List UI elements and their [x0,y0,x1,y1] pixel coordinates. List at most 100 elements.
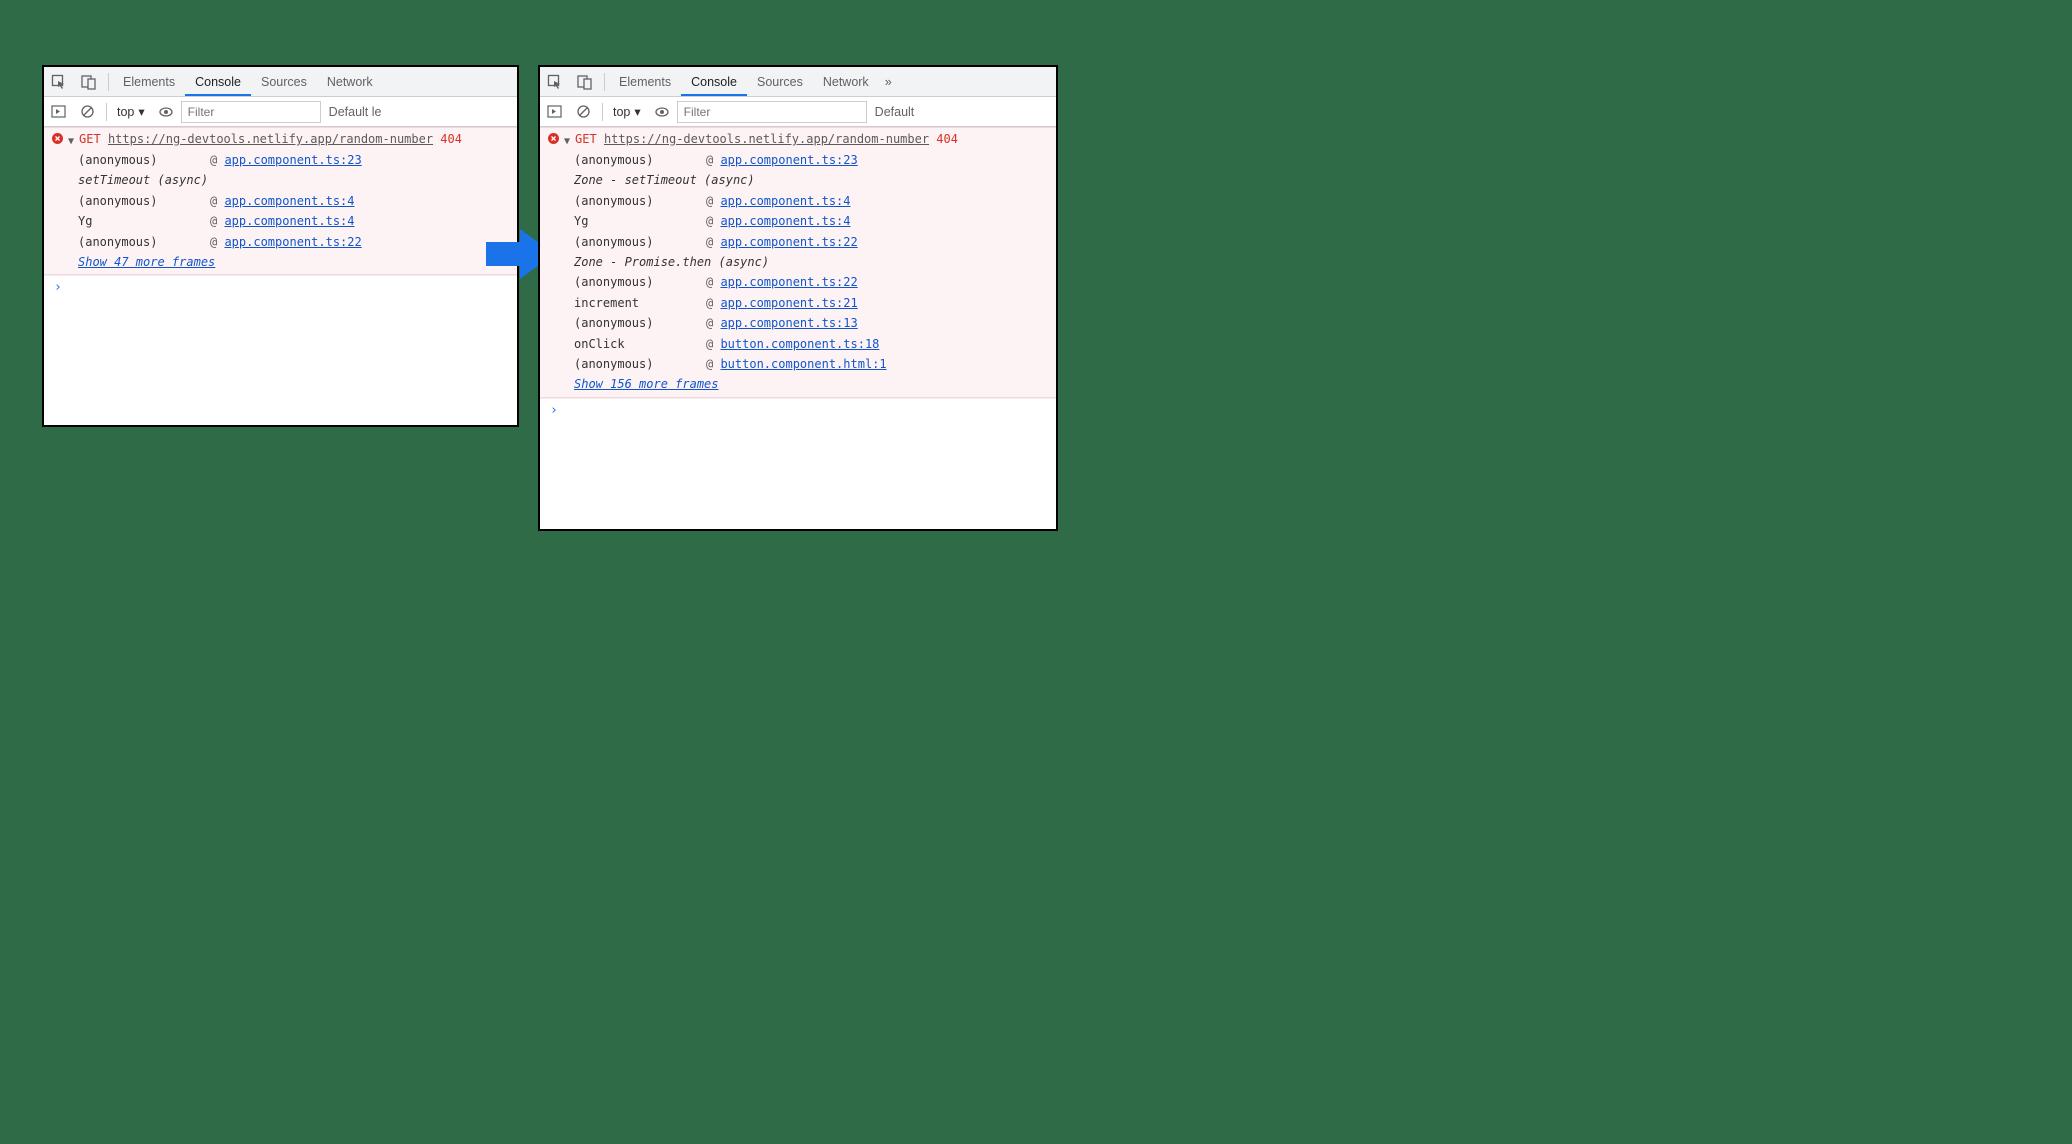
source-link[interactable]: app.component.ts:23 [720,153,857,167]
inspect-icon[interactable] [44,74,74,90]
disclosure-triangle-icon[interactable]: ▼ [68,133,74,150]
at-symbol: @ [210,194,224,208]
source-link[interactable]: button.component.ts:18 [720,337,879,351]
stack-frame: (anonymous) @ app.component.ts:22 [78,232,509,252]
at-symbol: @ [706,357,720,371]
stack-function-name: (anonymous) [78,191,198,211]
tab-network[interactable]: Network [813,68,879,96]
context-label: top [613,105,630,119]
context-selector[interactable]: top ▾ [607,104,647,119]
disclosure-triangle-icon[interactable]: ▼ [564,133,570,150]
error-icon [548,133,559,144]
separator [604,73,605,91]
source-link[interactable]: app.component.ts:22 [224,235,361,249]
source-link[interactable]: app.component.ts:4 [224,214,354,228]
at-symbol: @ [210,214,224,228]
context-selector[interactable]: top ▾ [111,104,151,119]
filter-input[interactable] [677,101,867,123]
stack-group-label: Zone - Promise.then (async) [574,252,1048,272]
stack-frame: (anonymous) @ app.component.ts:13 [574,313,1048,333]
http-status: 404 [440,132,462,146]
clear-console-icon[interactable] [73,104,102,119]
tab-elements[interactable]: Elements [113,68,185,96]
at-symbol: @ [706,194,720,208]
sidebar-toggle-icon[interactable] [540,104,569,119]
dropdown-icon: ▾ [634,104,640,119]
at-symbol: @ [210,235,224,249]
source-link[interactable]: app.component.ts:4 [720,194,850,208]
stack-function-name: (anonymous) [78,232,198,252]
live-expression-icon[interactable] [647,104,677,120]
http-method: GET [575,132,597,146]
request-url[interactable]: https://ng-devtools.netlify.app/random-n… [604,132,929,146]
console-prompt[interactable]: › [540,398,1056,422]
show-more-frames-link[interactable]: Show 47 more frames [78,255,215,269]
stack-function-name: onClick [574,334,694,354]
show-more-frames-link[interactable]: Show 156 more frames [574,377,719,391]
stack-frame: (anonymous) @ app.component.ts:22 [574,232,1048,252]
stack-frame: increment @ app.component.ts:21 [574,293,1048,313]
separator [108,73,109,91]
http-method: GET [79,132,101,146]
stack-function-name: (anonymous) [78,150,198,170]
tab-sources[interactable]: Sources [747,68,813,96]
source-link[interactable]: app.component.ts:23 [224,153,361,167]
devtools-tabbar: Elements Console Sources Network » [540,67,1056,97]
console-toolbar: top ▾ Default [540,97,1056,127]
source-link[interactable]: app.component.ts:13 [720,316,857,330]
console-messages: ▼ GET https://ng-devtools.netlify.app/ra… [44,127,517,425]
stack-frame: (anonymous) @ button.component.html:1 [574,354,1048,374]
tab-network[interactable]: Network [317,68,383,96]
at-symbol: @ [706,275,720,289]
tab-console[interactable]: Console [185,68,251,96]
console-error-message: ▼ GET https://ng-devtools.netlify.app/ra… [44,127,517,275]
source-link[interactable]: button.component.html:1 [720,357,886,371]
sidebar-toggle-icon[interactable] [44,104,73,119]
devtools-tabbar: Elements Console Sources Network [44,67,517,97]
tab-elements[interactable]: Elements [609,68,681,96]
source-link[interactable]: app.component.ts:4 [224,194,354,208]
stack-function-name: Yg [574,211,694,231]
stack-frame: Yg@ app.component.ts:4 [78,211,509,231]
source-link[interactable]: app.component.ts:22 [720,275,857,289]
console-toolbar: top ▾ Default le [44,97,517,127]
live-expression-icon[interactable] [151,104,181,120]
inspect-icon[interactable] [540,74,570,90]
stack-frame: (anonymous) @ app.component.ts:23 [78,150,509,170]
device-toggle-icon[interactable] [570,74,600,90]
at-symbol: @ [210,153,224,167]
at-symbol: @ [706,214,720,228]
console-prompt[interactable]: › [44,275,517,299]
stack-frame: (anonymous)@ app.component.ts:4 [574,191,1048,211]
devtools-panel-after: Elements Console Sources Network » top ▾… [538,65,1058,531]
request-url[interactable]: https://ng-devtools.netlify.app/random-n… [108,132,433,146]
log-level-selector[interactable]: Default le [321,105,390,119]
devtools-panel-before: Elements Console Sources Network top ▾ D… [42,65,519,427]
at-symbol: @ [706,337,720,351]
log-level-selector[interactable]: Default [867,105,923,119]
source-link[interactable]: app.component.ts:4 [720,214,850,228]
error-icon [52,133,63,144]
at-symbol: @ [706,316,720,330]
separator [106,103,107,121]
stack-group-label: setTimeout (async) [78,170,509,190]
at-symbol: @ [706,235,720,249]
at-symbol: @ [706,296,720,310]
source-link[interactable]: app.component.ts:21 [720,296,857,310]
more-tabs-icon[interactable]: » [879,75,898,89]
clear-console-icon[interactable] [569,104,598,119]
at-symbol: @ [706,153,720,167]
http-status: 404 [936,132,958,146]
filter-input[interactable] [181,101,321,123]
stack-function-name: increment [574,293,694,313]
stack-group-label: Zone - setTimeout (async) [574,170,1048,190]
dropdown-icon: ▾ [138,104,144,119]
device-toggle-icon[interactable] [74,74,104,90]
stack-function-name: (anonymous) [574,313,694,333]
source-link[interactable]: app.component.ts:22 [720,235,857,249]
stack-function-name: (anonymous) [574,354,694,374]
stack-function-name: (anonymous) [574,232,694,252]
stack-frame: (anonymous)@ app.component.ts:23 [574,150,1048,170]
tab-sources[interactable]: Sources [251,68,317,96]
tab-console[interactable]: Console [681,68,747,96]
